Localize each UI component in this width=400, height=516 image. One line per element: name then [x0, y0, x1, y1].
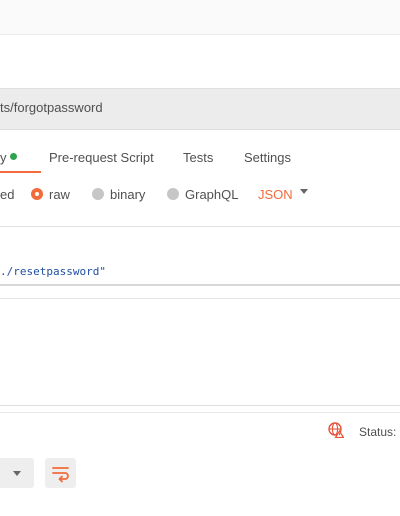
- chevron-down-icon[interactable]: [13, 471, 21, 476]
- editor-bottom-border: [0, 284, 400, 286]
- graphql-radio[interactable]: [167, 188, 179, 200]
- wrap-line-button[interactable]: [45, 458, 76, 488]
- format-chevron-down-icon[interactable]: [300, 189, 308, 194]
- resize-divider[interactable]: [0, 298, 400, 299]
- mode-urlencoded-label[interactable]: ed: [0, 187, 14, 202]
- graphql-label[interactable]: GraphQL: [185, 187, 238, 202]
- globe-warning-icon[interactable]: [328, 422, 344, 438]
- wrap-icon: [52, 467, 69, 483]
- request-url[interactable]: ts/forgotpassword: [0, 100, 103, 115]
- binary-label[interactable]: binary: [110, 187, 145, 202]
- binary-radio[interactable]: [92, 188, 104, 200]
- body-active-indicator: [10, 153, 17, 160]
- editor-top-border: [0, 226, 400, 227]
- response-divider: [0, 405, 400, 406]
- editor-code-line[interactable]: ./resetpassword": [0, 265, 106, 278]
- raw-radio[interactable]: [31, 188, 43, 200]
- response-status-label: Status:: [359, 425, 397, 439]
- tab-pre-request-script[interactable]: Pre-request Script: [49, 150, 154, 165]
- response-header-border: [0, 412, 400, 413]
- app-header: [0, 0, 400, 35]
- tab-tests[interactable]: Tests: [183, 150, 213, 165]
- format-select[interactable]: JSON: [258, 187, 293, 202]
- tab-settings[interactable]: Settings: [244, 150, 291, 165]
- tab-body-underline: [0, 171, 41, 173]
- tab-body[interactable]: y: [0, 150, 7, 165]
- raw-label[interactable]: raw: [49, 187, 70, 202]
